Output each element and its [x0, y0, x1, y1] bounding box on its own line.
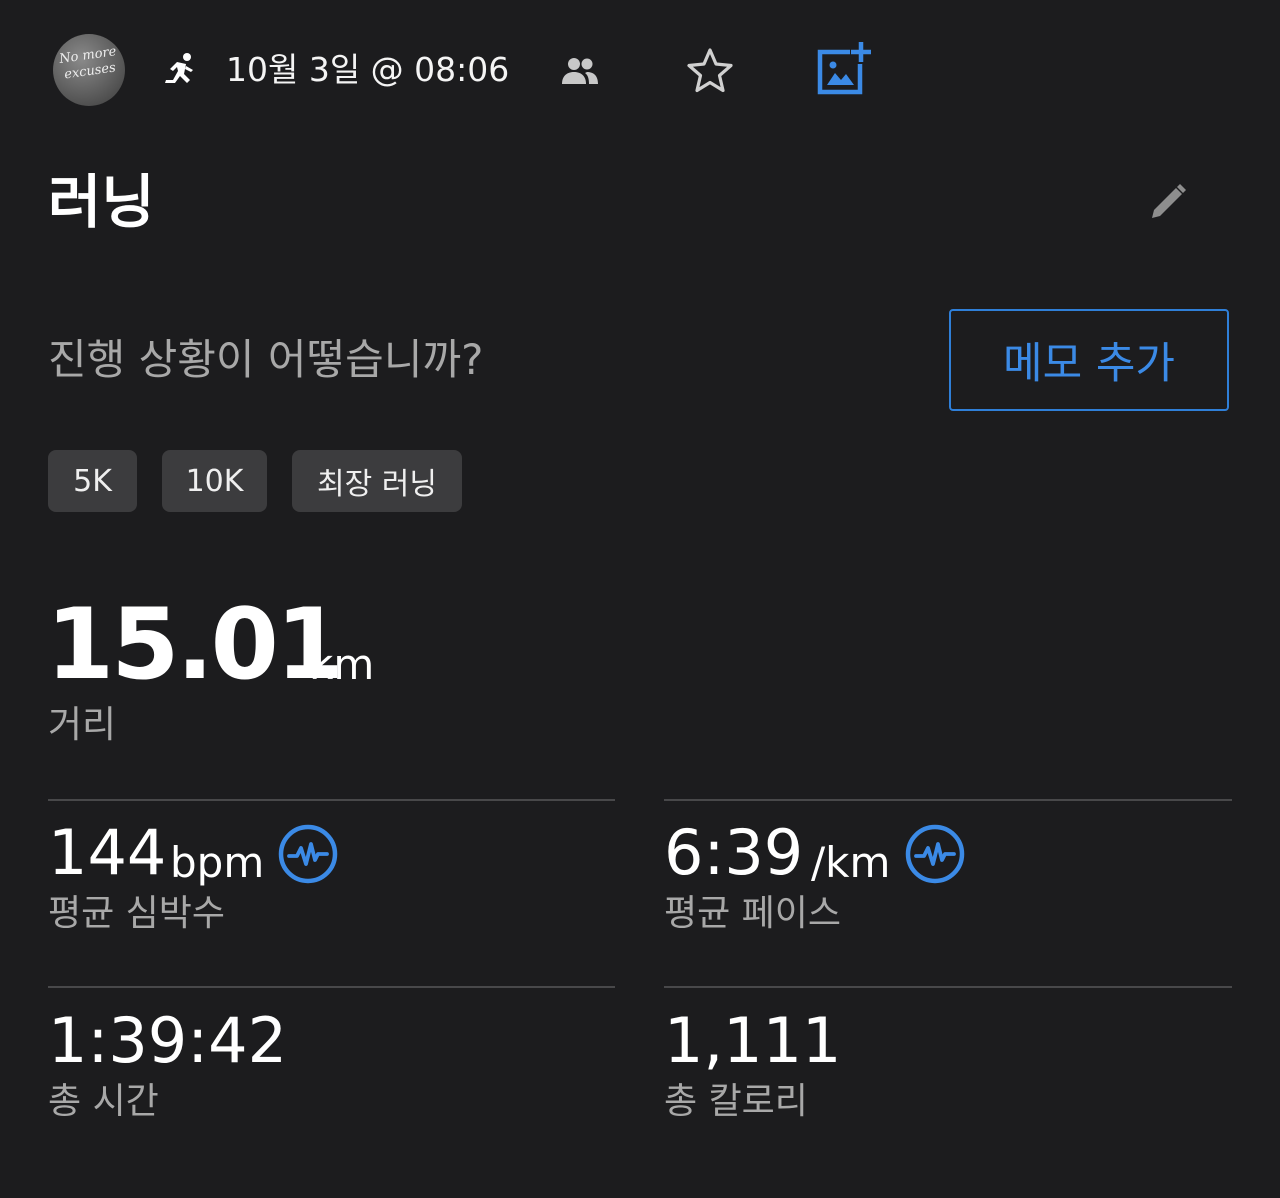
people-icon[interactable] — [560, 54, 600, 88]
total-calories-value: 1,111 — [664, 1004, 842, 1077]
distance-value: 15.01 — [46, 588, 344, 702]
distance-unit: km — [309, 640, 375, 689]
avatar[interactable]: No more excuses — [53, 34, 125, 106]
avg-pace-unit: /km — [811, 838, 891, 887]
total-time-value: 1:39:42 — [48, 1004, 288, 1077]
avg-pace-label: 평균 페이스 — [664, 893, 842, 934]
divider — [664, 799, 1232, 801]
avg-heart-rate-unit: bpm — [170, 838, 265, 887]
badge-chip[interactable]: 5K — [48, 450, 137, 512]
distance-label: 거리 — [48, 703, 117, 746]
total-calories-label: 총 칼로리 — [664, 1081, 808, 1122]
activity-title: 러닝 — [48, 168, 155, 236]
add-memo-button[interactable]: 메모 추가 — [949, 309, 1229, 411]
avg-pace-value: 6:39 — [664, 816, 804, 889]
activity-date: 10월 3일 @ 08:06 — [226, 50, 510, 89]
divider — [664, 986, 1232, 988]
avg-heart-rate-value: 144 — [48, 816, 167, 889]
avatar-caption: No more excuses — [58, 44, 118, 83]
badge-chip[interactable]: 10K — [162, 450, 267, 512]
add-photo-icon[interactable] — [816, 42, 872, 96]
divider — [48, 799, 615, 801]
running-person-icon — [165, 53, 193, 83]
pencil-icon[interactable] — [1146, 180, 1190, 224]
heart-rate-graph-icon[interactable] — [904, 823, 966, 885]
total-time-label: 총 시간 — [48, 1081, 159, 1122]
heart-rate-graph-icon[interactable] — [277, 823, 339, 885]
star-outline-icon[interactable] — [685, 46, 735, 96]
avg-heart-rate-label: 평균 심박수 — [48, 893, 226, 934]
notes-prompt: 진행 상황이 어떻습니까? — [48, 335, 484, 384]
badge-chip[interactable]: 최장 러닝 — [292, 450, 462, 512]
divider — [48, 986, 615, 988]
